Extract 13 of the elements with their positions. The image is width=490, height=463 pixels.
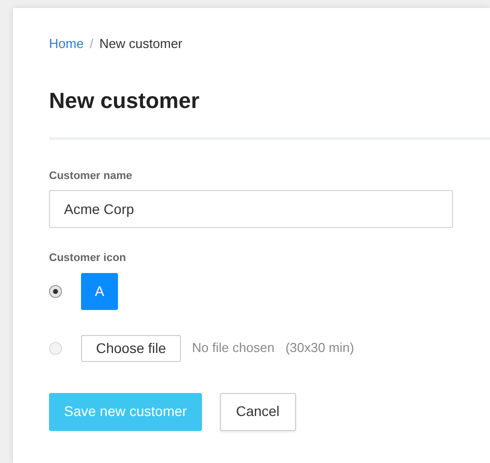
file-status: No file chosen [192, 339, 274, 358]
page-title: New customer [49, 86, 200, 114]
radio-button[interactable] [49, 285, 62, 298]
file-hint: (30x30 min) [285, 339, 354, 358]
customer-avatar: A [81, 273, 118, 310]
customer-name-field[interactable]: Acme Corp [49, 190, 453, 228]
cancel-button[interactable]: Cancel [220, 392, 296, 430]
field-label: Customer icon [49, 251, 128, 266]
breadcrumb-separator: / [90, 35, 94, 53]
breadcrumb-current: New customer [99, 35, 182, 53]
breadcrumb-link[interactable]: Home [49, 34, 84, 54]
field-label: Customer name [49, 168, 134, 184]
choose-file-button[interactable]: Choose file [81, 334, 182, 362]
